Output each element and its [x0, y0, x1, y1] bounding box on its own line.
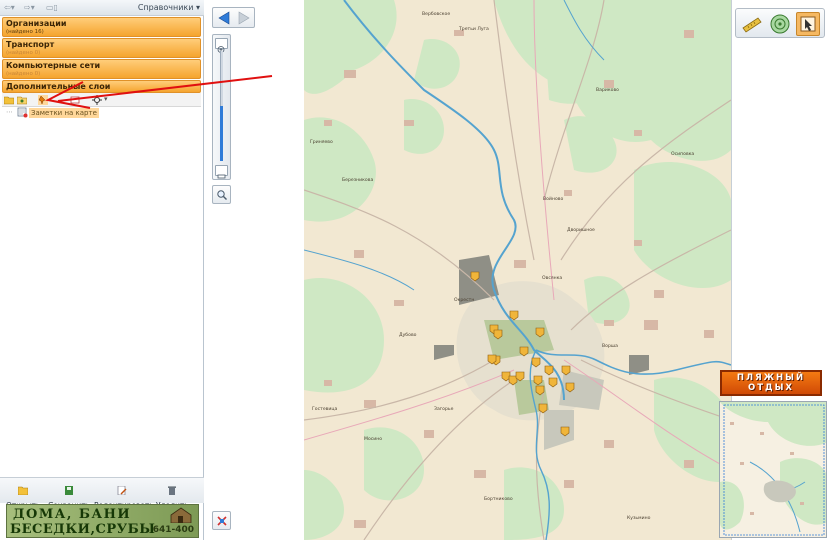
directories-menu[interactable]: Справочники ▾ — [138, 3, 200, 13]
map-place-label: Загорье — [434, 407, 454, 412]
category-computer-networks[interactable]: Компьютерные сети (найдено 0) — [2, 59, 201, 79]
category-count: (найдено 0) — [6, 50, 41, 56]
zoom-in-button[interactable] — [215, 38, 228, 53]
category-organizations[interactable]: Организации (найдено 16) — [2, 17, 201, 37]
radar-icon — [770, 14, 790, 34]
overview-minimap[interactable] — [719, 401, 827, 538]
map-place-label: Войново — [543, 197, 564, 202]
reset-view-button[interactable] — [212, 511, 231, 530]
zoom-control — [212, 34, 231, 180]
map-navigation — [205, 0, 304, 540]
app-window: ⇦▾ ⇨▾ ▭▯ Справочники ▾ Организации (найд… — [0, 0, 832, 540]
edit-icon — [117, 485, 127, 496]
back-arrow-icon[interactable] — [217, 11, 231, 25]
category-additional-layers[interactable]: Дополнительные слои — [2, 80, 201, 93]
zoom-out-button[interactable] — [215, 165, 228, 179]
category-title: Транспорт — [6, 40, 55, 49]
map-place-label: Гриняево — [310, 140, 333, 145]
map-mode-toolbar — [735, 8, 825, 38]
map-place-label: Кузьмино — [627, 516, 651, 521]
open-folder-icon[interactable] — [17, 95, 27, 105]
save-icon — [65, 486, 73, 495]
map-place-label: Дворишное — [567, 228, 595, 233]
note-icon — [17, 107, 28, 118]
tree-node-map-notes[interactable]: Заметки на карте — [29, 108, 99, 118]
map-place-label: Гостевица — [312, 407, 338, 412]
map-base — [304, 0, 731, 540]
layer-toolbar: ▾ — [2, 93, 201, 107]
magnifier-button[interactable] — [212, 185, 231, 204]
house-icon — [170, 507, 192, 523]
category-title: Дополнительные слои — [6, 82, 111, 91]
left-panel: ⇦▾ ⇨▾ ▭▯ Справочники ▾ Организации (найд… — [0, 0, 204, 540]
radar-button[interactable] — [768, 12, 792, 36]
ad-phone: 641-400 — [152, 525, 194, 535]
map-canvas[interactable]: Вербовское Третьи Луга Вариково Гриняево… — [304, 0, 731, 540]
layers-tree: ⋯ Заметки на карте — [2, 107, 201, 477]
layer-icon[interactable] — [70, 95, 80, 105]
map-place-label: Овсянка — [542, 276, 563, 281]
map-place-label: Осиповка — [671, 152, 695, 157]
trash-icon — [168, 486, 176, 495]
zoom-level-fill — [220, 106, 223, 161]
beach-rest-banner[interactable]: ПЛЯЖНЫЙ ОТДЫХ — [720, 370, 822, 396]
ad-line-2: БЕСЕДКИ,СРУБЫ — [10, 522, 156, 537]
map-place-label: Ворша — [602, 344, 618, 349]
tree-connector: ⋯ — [6, 108, 13, 116]
ruler-icon — [742, 17, 762, 33]
category-transport[interactable]: Транспорт (найдено 0) — [2, 38, 201, 58]
action-bar: Открыть Сохранить Редактировать Удалить — [0, 477, 204, 510]
directories-label: Справочники — [137, 3, 194, 12]
magnifier-icon — [217, 190, 227, 200]
top-toolbar: ⇦▾ ⇨▾ ▭▯ Справочники ▾ — [0, 0, 204, 16]
minimap-image — [720, 402, 826, 536]
map-place-label: Третьи Луга — [459, 27, 489, 32]
history-forward-icon[interactable]: ⇨▾ — [24, 3, 35, 13]
map-place-label: Березникова — [342, 178, 374, 183]
settings-icon[interactable] — [92, 95, 102, 105]
category-count: (найдено 16) — [6, 29, 44, 35]
history-back-icon[interactable]: ⇦▾ — [4, 3, 15, 13]
category-title: Компьютерные сети — [6, 61, 101, 70]
folder-icon[interactable] — [4, 95, 14, 105]
reset-view-icon — [217, 516, 227, 526]
zoom-out-icon — [217, 174, 226, 179]
ad-line-1: ДОМА, БАНИ — [13, 507, 132, 522]
pointer-button[interactable] — [796, 12, 820, 36]
banner-line-1: ПЛЯЖНЫЙ — [736, 373, 806, 383]
map-place-label: Окрестн — [454, 298, 475, 303]
map-place-label: Бортниково — [484, 497, 513, 502]
map-place-label: Дубово — [399, 333, 417, 338]
nav-arrows — [212, 7, 255, 28]
forest-areas — [304, 0, 731, 540]
banner-line-2: ОТДЫХ — [748, 383, 794, 393]
pointer-icon — [800, 16, 816, 32]
category-title: Организации — [6, 19, 67, 28]
pin-note-icon[interactable] — [38, 95, 48, 105]
folder-icon — [17, 486, 29, 496]
layout-icon[interactable]: ▭▯ — [46, 3, 58, 13]
ruler-button[interactable] — [740, 12, 764, 36]
settings-dropdown-icon[interactable]: ▾ — [104, 95, 108, 103]
forward-arrow-icon[interactable] — [237, 11, 251, 25]
map-place-label: Мосино — [364, 437, 383, 442]
map-place-label: Вариково — [596, 88, 619, 93]
ad-banner-houses[interactable]: ДОМА, БАНИ БЕСЕДКИ,СРУБЫ 641-400 — [6, 504, 199, 538]
map-place-label: Вербовское — [422, 12, 451, 17]
category-count: (найдено 0) — [6, 71, 41, 77]
